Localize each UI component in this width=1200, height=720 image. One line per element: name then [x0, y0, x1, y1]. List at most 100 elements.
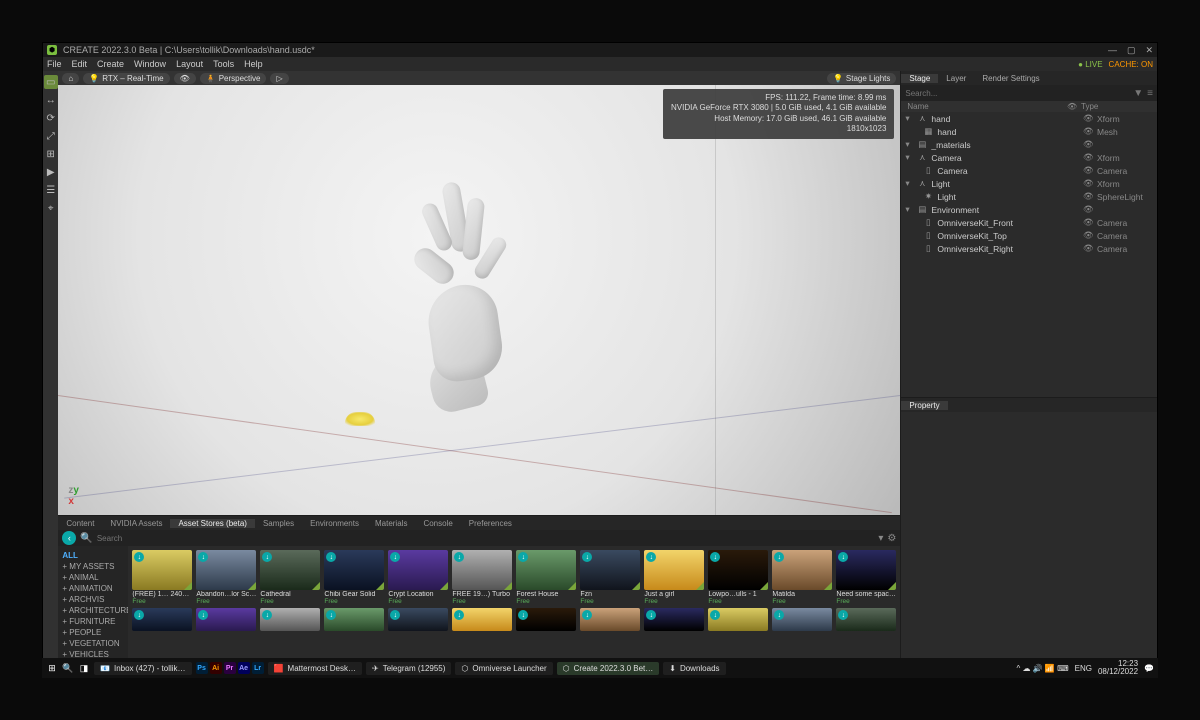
tree-row[interactable]: ▾▤Environment👁 [901, 203, 1157, 216]
asset-thumb[interactable]: ↓Crypt LocationFree [388, 550, 448, 605]
tab-console[interactable]: Console [415, 519, 460, 528]
tab-environments[interactable]: Environments [302, 519, 367, 528]
tab-preferences[interactable]: Preferences [461, 519, 520, 528]
tool-physics[interactable]: ⌖ [44, 201, 58, 215]
asset-thumb[interactable]: ↓Lowpo…ulls - 1Free [708, 550, 768, 605]
notification-center[interactable]: 💬 [1144, 664, 1154, 673]
tool-play[interactable]: ▶ [44, 165, 58, 179]
tab-asset-stores[interactable]: Asset Stores (beta) [170, 519, 254, 528]
cat-furniture[interactable]: + FURNITURE [62, 616, 124, 627]
asset-thumb[interactable]: ↓ [516, 608, 576, 631]
menu-window[interactable]: Window [134, 59, 166, 69]
menu-layout[interactable]: Layout [176, 59, 203, 69]
tool-measure[interactable]: ☰ [44, 183, 58, 197]
taskbar-create[interactable]: ⬡Create 2022.3.0 Bet… [557, 662, 660, 675]
tool-snap[interactable]: ⊞ [44, 147, 58, 161]
tree-row[interactable]: ▦hand👁Mesh [901, 125, 1157, 138]
next-camera[interactable]: ▷ [270, 73, 288, 84]
tool-rotate[interactable]: ⟳ [44, 111, 58, 125]
camera-selector[interactable]: ⌂ [62, 73, 79, 84]
asset-thumb[interactable]: ↓ [708, 608, 768, 631]
taskbar-mattermost[interactable]: 🟥Mattermost Desk… [268, 662, 362, 675]
cat-animal[interactable]: + ANIMAL [62, 572, 124, 583]
asset-thumb[interactable]: ↓Forest HouseFree [516, 550, 576, 605]
display-options[interactable]: 👁 [174, 73, 196, 84]
taskbar-downloads[interactable]: ⬇Downloads [663, 662, 725, 675]
menu-help[interactable]: Help [244, 59, 263, 69]
asset-thumb[interactable]: ↓ [196, 608, 256, 631]
tab-nvidia-assets[interactable]: NVIDIA Assets [102, 519, 170, 528]
menu-file[interactable]: File [47, 59, 62, 69]
asset-thumb[interactable]: ↓Just a girlFree [644, 550, 704, 605]
asset-thumb[interactable]: ↓(FREE) 1… 240k GTFree [132, 550, 192, 605]
tree-row[interactable]: ▾⋏Light👁Xform [901, 177, 1157, 190]
asset-search-input[interactable] [97, 534, 875, 543]
camera-perspective[interactable]: 🧍 Perspective [200, 73, 267, 84]
stage-search-input[interactable] [905, 89, 1133, 98]
window-close[interactable]: ✕ [1145, 45, 1153, 56]
cat-archvis[interactable]: + ARCHVIS [62, 594, 124, 605]
tool-move[interactable]: ↔ [44, 93, 58, 107]
asset-thumb[interactable]: ↓FznFree [580, 550, 640, 605]
task-view[interactable]: ◨ [78, 662, 90, 674]
cat-animation[interactable]: + ANIMATION [62, 583, 124, 594]
cat-myassets[interactable]: + MY ASSETS [62, 561, 124, 572]
asset-thumb[interactable]: ↓ [772, 608, 832, 631]
start-button[interactable]: ⊞ [46, 662, 58, 674]
status-live[interactable]: ● LIVE [1078, 60, 1102, 69]
axis-gizmo[interactable]: zyx [68, 485, 79, 507]
menu-create[interactable]: Create [97, 59, 124, 69]
tray-icons[interactable]: ^ ☁ 🔊 📶 ⌨ [1017, 664, 1069, 673]
taskbar-search[interactable]: 🔍 [62, 662, 74, 674]
adobe-apps[interactable]: Ps Ai Pr Ae Lr [196, 662, 264, 674]
tray-lang[interactable]: ENG [1075, 664, 1092, 673]
tool-select[interactable]: ▭ [44, 75, 58, 89]
cat-vegetation[interactable]: + VEGETATION [62, 638, 124, 649]
window-min[interactable]: — [1108, 45, 1117, 56]
taskbar-inbox[interactable]: 📧Inbox (427) - tollik… [94, 662, 192, 675]
status-cache[interactable]: CACHE: ON [1109, 60, 1153, 69]
tab-property[interactable]: Property [901, 401, 947, 410]
tree-row[interactable]: ▯OmniverseKit_Front👁Camera [901, 216, 1157, 229]
asset-thumb[interactable]: ↓ [452, 608, 512, 631]
asset-thumb[interactable]: ↓FREE 19…) TurboFree [452, 550, 512, 605]
taskbar-omniverse-launcher[interactable]: ⬡Omniverse Launcher [455, 662, 552, 675]
menu-tools[interactable]: Tools [213, 59, 234, 69]
asset-thumb[interactable]: ↓ [580, 608, 640, 631]
asset-thumb[interactable]: ↓Need some space?Free [836, 550, 896, 605]
settings-icon[interactable]: ⚙ [887, 533, 896, 544]
asset-thumb[interactable]: ↓ [836, 608, 896, 631]
cat-people[interactable]: + PEOPLE [62, 627, 124, 638]
taskbar-clock[interactable]: 12:23 08/12/2022 [1098, 660, 1138, 676]
cat-architecture[interactable]: + ARCHITECTURE [62, 605, 124, 616]
tool-scale[interactable]: ⤢ [44, 129, 58, 143]
asset-thumb[interactable]: ↓ [132, 608, 192, 631]
tab-content[interactable]: Content [58, 519, 102, 528]
tree-row[interactable]: ▾▤_materials👁 [901, 138, 1157, 151]
asset-thumb[interactable]: ↓CathedralFree [260, 550, 320, 605]
mesh-hand[interactable] [395, 180, 555, 410]
browser-back[interactable]: ‹ [62, 531, 76, 545]
stage-lights-toggle[interactable]: 💡 Stage Lights [827, 73, 896, 84]
asset-thumb[interactable]: ↓ [644, 608, 704, 631]
light-gizmo[interactable] [345, 412, 375, 426]
tree-row[interactable]: ▯Camera👁Camera [901, 164, 1157, 177]
stage-filter-icon[interactable]: ▼ [1133, 88, 1143, 99]
tab-samples[interactable]: Samples [255, 519, 302, 528]
filter-icon[interactable]: ▾ [878, 533, 883, 544]
tree-row[interactable]: ▯OmniverseKit_Top👁Camera [901, 229, 1157, 242]
tree-row[interactable]: ✷Light👁SphereLight [901, 190, 1157, 203]
asset-thumb[interactable]: ↓ [324, 608, 384, 631]
asset-thumb[interactable]: ↓Abandon…lor SceneFree [196, 550, 256, 605]
stage-tree[interactable]: ▾⋏hand👁Xform▦hand👁Mesh▾▤_materials👁▾⋏Cam… [901, 112, 1157, 397]
tab-materials[interactable]: Materials [367, 519, 415, 528]
3d-viewport[interactable]: FPS: 111.22, Frame time: 8.99 ms NVIDIA … [58, 85, 900, 515]
render-mode[interactable]: 💡 RTX – Real-Time [83, 73, 169, 84]
taskbar-telegram[interactable]: ✈Telegram (12955) [366, 662, 451, 675]
tab-render-settings[interactable]: Render Settings [974, 74, 1047, 83]
tab-layer[interactable]: Layer [938, 74, 974, 83]
menu-edit[interactable]: Edit [72, 59, 88, 69]
tree-row[interactable]: ▾⋏Camera👁Xform [901, 151, 1157, 164]
tree-row[interactable]: ▯OmniverseKit_Right👁Camera [901, 242, 1157, 255]
cat-all[interactable]: ALL [62, 550, 124, 561]
